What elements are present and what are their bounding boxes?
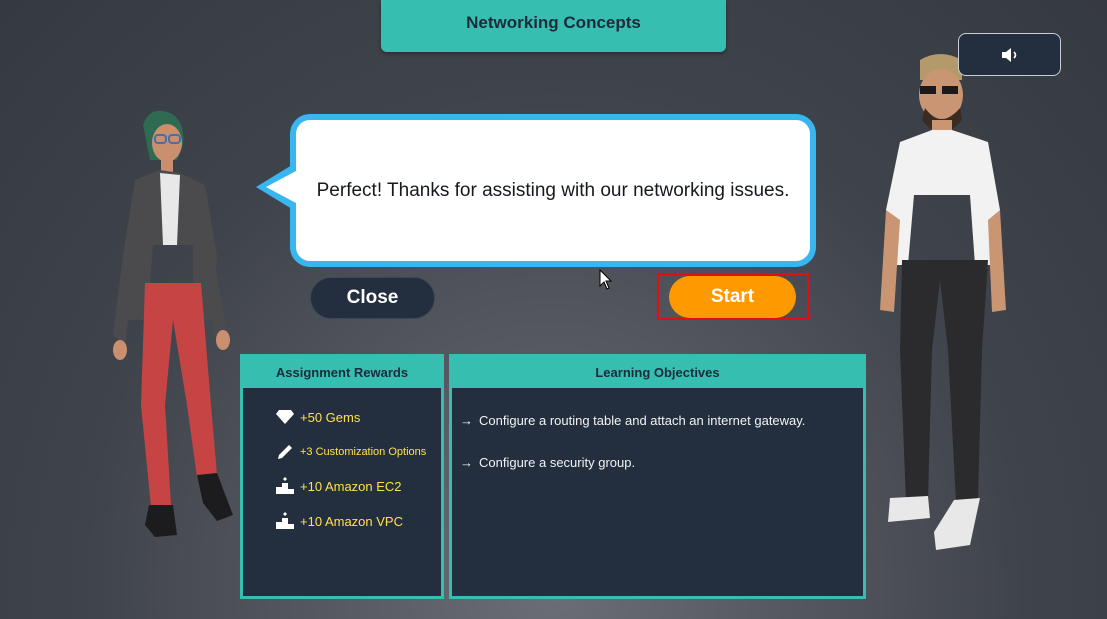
reward-text: +50 Gems: [300, 409, 361, 425]
podium-icon: [275, 511, 295, 531]
reward-item: +10 Amazon VPC: [275, 511, 403, 531]
reward-item: +3 Customization Options: [275, 442, 426, 462]
page-title: Networking Concepts: [381, 0, 726, 52]
objective-item: → Configure a security group.: [460, 455, 635, 470]
objective-text: Configure a security group.: [479, 455, 636, 470]
start-button[interactable]: Start: [669, 276, 796, 318]
reward-item: +10 Amazon EC2: [275, 476, 402, 496]
speech-bubble-tail-fill: [266, 171, 296, 203]
female-character: [113, 110, 233, 537]
objective-item: → Configure a routing table and attach an…: [460, 413, 805, 428]
reward-text: +10 Amazon EC2: [300, 478, 402, 494]
objectives-title: Learning Objectives: [452, 357, 863, 388]
objective-text: Configure a routing table and attach an …: [479, 413, 806, 428]
pencil-icon: [275, 442, 295, 462]
male-character: [880, 54, 1006, 550]
gem-icon: [275, 407, 295, 427]
reward-item: +50 Gems: [275, 407, 360, 427]
podium-icon: [275, 476, 295, 496]
dialog-message: Perfect! Thanks for assisting with our n…: [316, 179, 790, 201]
sound-toggle-button[interactable]: [958, 33, 1061, 76]
assignment-rewards-panel: Assignment Rewards +50 Gems +3 Customiza…: [240, 354, 444, 599]
arrow-right-icon: →: [460, 455, 473, 470]
mouse-cursor-icon: [599, 269, 613, 290]
close-button[interactable]: Close: [310, 277, 435, 319]
rewards-title: Assignment Rewards: [243, 357, 441, 388]
speaker-icon: [1001, 47, 1016, 62]
speech-bubble: Perfect! Thanks for assisting with our n…: [290, 114, 816, 267]
reward-text: +10 Amazon VPC: [300, 513, 403, 529]
arrow-right-icon: →: [460, 413, 473, 428]
reward-text: +3 Customization Options: [300, 446, 427, 458]
learning-objectives-panel: Learning Objectives → Configure a routing…: [449, 354, 866, 599]
